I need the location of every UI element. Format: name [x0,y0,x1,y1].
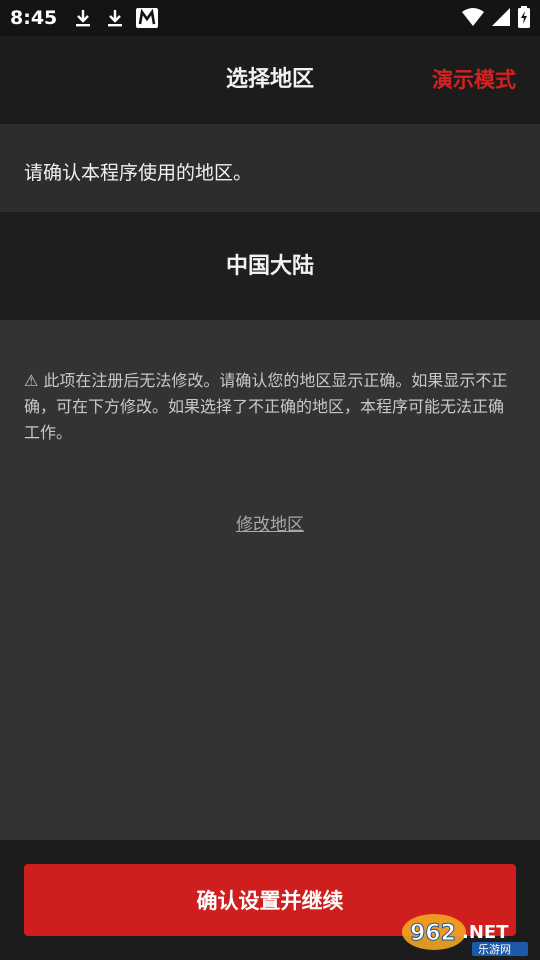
svg-text:962: 962 [410,921,456,946]
status-bar: 8:45 [0,0,540,36]
svg-text:.NET: .NET [462,922,509,943]
signal-icon [492,8,510,30]
svg-text:乐游网: 乐游网 [478,943,511,956]
wifi-icon [462,8,484,30]
notice-section: 请确认本程序使用的地区。 [0,124,540,212]
download-icon [72,7,94,29]
app-bar: 选择地区 演示模式 [0,36,540,124]
selected-region: 中国大陆 [225,254,314,279]
region-section: 中国大陆 [0,212,540,320]
battery-icon [518,6,530,32]
change-region-link[interactable]: 修改地区 [0,510,540,535]
m-app-icon [136,7,158,29]
download-icon [104,7,126,29]
notice-text: 请确认本程序使用的地区。 [24,162,253,184]
watermark-logo: 962 .NET 乐游网 [400,910,532,956]
status-time: 8:45 [10,7,58,29]
status-right-icons [462,6,530,32]
demo-mode-button[interactable]: 演示模式 [432,36,516,124]
warning-text: ⚠ 此项在注册后无法修改。请确认您的地区显示正确。如果显示不正确，可在下方修改。… [24,371,508,442]
